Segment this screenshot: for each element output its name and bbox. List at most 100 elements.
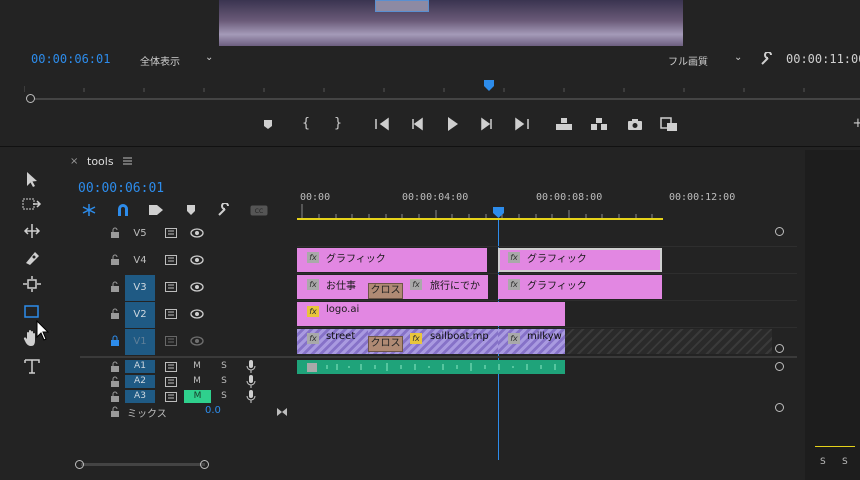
- cross-dissolve-transition[interactable]: クロス: [368, 336, 403, 352]
- scrollbar-handle-left[interactable]: [75, 460, 84, 469]
- track-height-handle[interactable]: [775, 227, 784, 236]
- compare-view-icon[interactable]: [659, 115, 679, 133]
- eye-icon[interactable]: [190, 228, 204, 238]
- track-label-a2[interactable]: A2: [125, 375, 155, 388]
- track-height-handle[interactable]: [775, 344, 784, 353]
- eye-icon[interactable]: [190, 255, 204, 265]
- mute-button[interactable]: M: [190, 375, 204, 388]
- scrollbar-handle-right[interactable]: [200, 460, 209, 469]
- mark-in-icon[interactable]: {: [296, 115, 316, 133]
- track-lock-icon[interactable]: [110, 406, 120, 417]
- scrollbar-handle[interactable]: [26, 94, 35, 103]
- slip-tool-icon[interactable]: [22, 275, 42, 293]
- sync-lock-icon[interactable]: [165, 392, 177, 402]
- step-back-icon[interactable]: [407, 115, 427, 133]
- track-locked-icon[interactable]: [110, 335, 120, 346]
- linked-selection-icon[interactable]: [148, 203, 164, 217]
- microphone-icon[interactable]: [246, 390, 256, 403]
- quality-select[interactable]: フル画質: [668, 53, 708, 68]
- fx-badge[interactable]: fx: [307, 279, 319, 290]
- fx-badge[interactable]: fx: [410, 333, 422, 344]
- sync-lock-icon[interactable]: [165, 309, 177, 319]
- wrench-icon[interactable]: [760, 52, 774, 66]
- audio-clip[interactable]: [297, 360, 565, 374]
- solo-button[interactable]: S: [217, 375, 231, 388]
- lift-icon[interactable]: [554, 115, 574, 133]
- clip-milkyway[interactable]: fx milkyw: [498, 329, 565, 354]
- track-height-handle[interactable]: [775, 362, 784, 371]
- fx-badge[interactable]: fx: [307, 333, 319, 344]
- clip-logo-ai[interactable]: fx logo.ai: [297, 302, 565, 326]
- snap-magnet-icon[interactable]: [115, 203, 131, 217]
- play-icon[interactable]: [442, 115, 462, 133]
- mute-button-active[interactable]: M: [184, 390, 211, 403]
- fx-badge[interactable]: fx: [410, 279, 422, 290]
- mark-out-icon[interactable]: }: [328, 115, 348, 133]
- zoom-chevron-down-icon[interactable]: ⌄: [205, 52, 213, 63]
- add-button-icon[interactable]: +: [848, 115, 860, 133]
- track-label-v5[interactable]: V5: [125, 221, 155, 247]
- track-lock-icon[interactable]: [110, 391, 120, 402]
- panel-menu-icon[interactable]: [123, 157, 132, 165]
- track-lock-icon[interactable]: [110, 361, 120, 372]
- clip-graphic[interactable]: fx グラフィック: [498, 275, 662, 299]
- go-to-out-icon[interactable]: [512, 115, 532, 133]
- captions-icon[interactable]: CC: [250, 205, 268, 216]
- go-to-in-icon[interactable]: [372, 115, 392, 133]
- track-label-a3[interactable]: A3: [125, 390, 155, 403]
- step-forward-icon[interactable]: [477, 115, 497, 133]
- track-lock-icon[interactable]: [110, 227, 120, 238]
- mix-volume-value[interactable]: 0.0: [205, 405, 221, 416]
- fx-badge[interactable]: fx: [508, 333, 520, 344]
- sync-lock-icon[interactable]: [165, 336, 177, 346]
- cross-dissolve-transition[interactable]: クロス: [368, 283, 403, 299]
- export-frame-camera-icon[interactable]: [625, 115, 645, 133]
- ripple-edit-tool-icon[interactable]: [22, 222, 42, 240]
- sync-lock-icon[interactable]: [165, 377, 177, 387]
- track-select-tool-icon[interactable]: [22, 196, 42, 212]
- track-label-a1[interactable]: A1: [125, 360, 155, 373]
- razor-tool-icon[interactable]: [22, 249, 42, 267]
- timeline-playhead[interactable]: [493, 207, 504, 219]
- solo-right-button[interactable]: S: [842, 457, 848, 467]
- track-lock-icon[interactable]: [110, 376, 120, 387]
- timeline-timecode[interactable]: 00:00:06:01: [78, 181, 164, 196]
- timeline-ruler[interactable]: [297, 204, 663, 220]
- sync-lock-icon[interactable]: [165, 362, 177, 372]
- sync-lock-icon[interactable]: [165, 228, 177, 238]
- mute-button[interactable]: M: [190, 360, 204, 373]
- monitor-time-ruler[interactable]: [24, 86, 860, 92]
- solo-button[interactable]: S: [217, 390, 231, 403]
- fx-badge[interactable]: fx: [307, 252, 319, 263]
- clip-graphic-selected[interactable]: fx グラフィック: [498, 248, 662, 272]
- clip-street[interactable]: fx street: [297, 329, 368, 354]
- clip-graphic[interactable]: fx グラフィック: [297, 248, 487, 272]
- pen-rectangle-tool-icon[interactable]: [22, 303, 42, 321]
- zoom-select[interactable]: 全体表示: [140, 53, 180, 68]
- playhead-timecode[interactable]: 00:00:06:01: [31, 52, 110, 66]
- solo-button[interactable]: S: [217, 360, 231, 373]
- monitor-zoom-scrollbar[interactable]: [24, 93, 860, 105]
- clip-oshigoto[interactable]: fx お仕事: [297, 275, 368, 299]
- extract-icon[interactable]: [589, 115, 609, 133]
- microphone-icon[interactable]: [246, 375, 256, 388]
- microphone-icon[interactable]: [246, 360, 256, 373]
- track-label-v3[interactable]: V3: [125, 275, 155, 301]
- track-lock-icon[interactable]: [110, 281, 120, 292]
- track-label-v1[interactable]: V1: [125, 329, 155, 355]
- track-lock-icon[interactable]: [110, 254, 120, 265]
- quality-chevron-down-icon[interactable]: ⌄: [734, 52, 742, 63]
- nest-sequence-icon[interactable]: [81, 203, 97, 217]
- sync-lock-icon[interactable]: [165, 255, 177, 265]
- timeline-tab-title[interactable]: tools: [87, 155, 114, 168]
- selection-tool-icon[interactable]: [22, 170, 40, 188]
- track-height-handle[interactable]: [775, 403, 784, 412]
- solo-left-button[interactable]: S: [820, 457, 826, 467]
- close-icon[interactable]: ×: [70, 156, 78, 167]
- eye-icon[interactable]: [190, 282, 204, 292]
- eye-icon[interactable]: [190, 336, 204, 346]
- sync-lock-icon[interactable]: [165, 282, 177, 292]
- timeline-settings-wrench-icon[interactable]: [217, 203, 231, 217]
- go-to-edge-icon[interactable]: [276, 407, 288, 417]
- type-tool-icon[interactable]: [22, 357, 42, 375]
